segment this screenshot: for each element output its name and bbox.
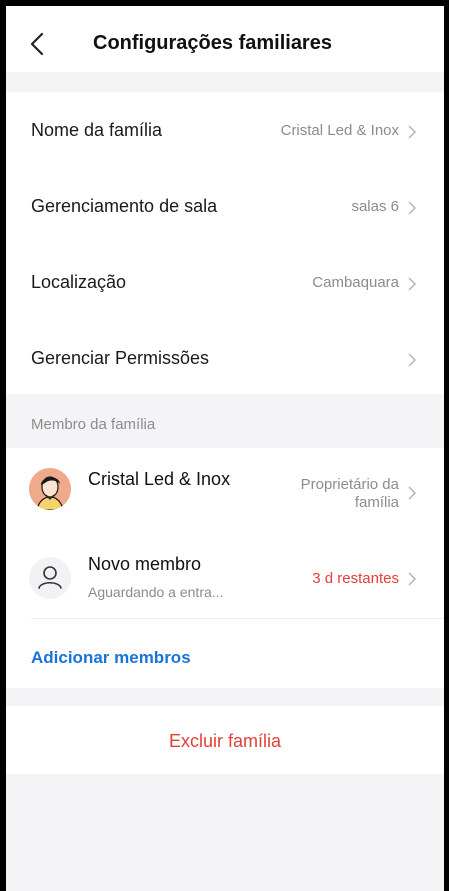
room-management-row[interactable]: Gerenciamento de sala salas 6	[6, 168, 444, 244]
permissions-row[interactable]: Gerenciar Permissões	[6, 320, 444, 396]
row-label: Gerenciamento de sala	[31, 196, 218, 216]
add-members-link[interactable]: Adicionar membros	[31, 648, 191, 668]
role-line-2: família	[354, 494, 399, 511]
delete-family-label: Excluir família	[168, 731, 282, 751]
chevron-right-icon	[408, 486, 417, 500]
family-name-row[interactable]: Nome da família Cristal Led & Inox	[6, 92, 444, 168]
location-row[interactable]: Localização Cambaquara	[6, 244, 444, 320]
role-line-1: Proprietário da	[300, 476, 399, 493]
settings-list: Nome da família Cristal Led & Inox Geren…	[6, 92, 444, 394]
section-label: Membro da família	[31, 416, 156, 433]
header: Configurações familiares	[6, 6, 444, 72]
row-value: salas 6	[351, 198, 399, 215]
member-row-owner[interactable]: Cristal Led & Inox Proprietário da famíl…	[6, 448, 444, 534]
page-title: Configurações familiares	[93, 32, 332, 54]
app-screen: Configurações familiares Nome da família…	[6, 6, 444, 891]
row-label: Localização	[31, 272, 127, 292]
row-value: Cambaquara	[312, 274, 399, 291]
member-row-pending[interactable]: Novo membro Aguardando a entra... 3 d re…	[6, 534, 444, 618]
spacer	[6, 688, 444, 706]
spacer	[6, 72, 444, 92]
chevron-right-icon	[408, 125, 417, 139]
pending-days-badge: 3 d restantes	[312, 570, 399, 587]
members-section-header: Membro da família	[6, 394, 444, 448]
user-outline-icon	[29, 557, 71, 599]
row-label: Nome da família	[31, 120, 163, 140]
chevron-right-icon	[408, 572, 417, 586]
chevron-right-icon	[408, 353, 417, 367]
member-role: Proprietário da família	[269, 476, 399, 512]
row-label: Gerenciar Permissões	[31, 348, 210, 368]
chevron-left-icon[interactable]	[28, 32, 48, 56]
members-list: Cristal Led & Inox Proprietário da famíl…	[6, 448, 444, 688]
chevron-right-icon	[408, 201, 417, 215]
chevron-right-icon	[408, 277, 417, 291]
delete-family-button[interactable]: Excluir família	[6, 706, 444, 774]
member-name: Novo membro	[88, 554, 202, 574]
member-name: Cristal Led & Inox	[88, 469, 231, 489]
user-avatar-icon	[29, 468, 71, 510]
row-value: Cristal Led & Inox	[280, 122, 399, 139]
member-status-subtitle: Aguardando a entra...	[88, 584, 224, 600]
divider	[31, 618, 444, 619]
